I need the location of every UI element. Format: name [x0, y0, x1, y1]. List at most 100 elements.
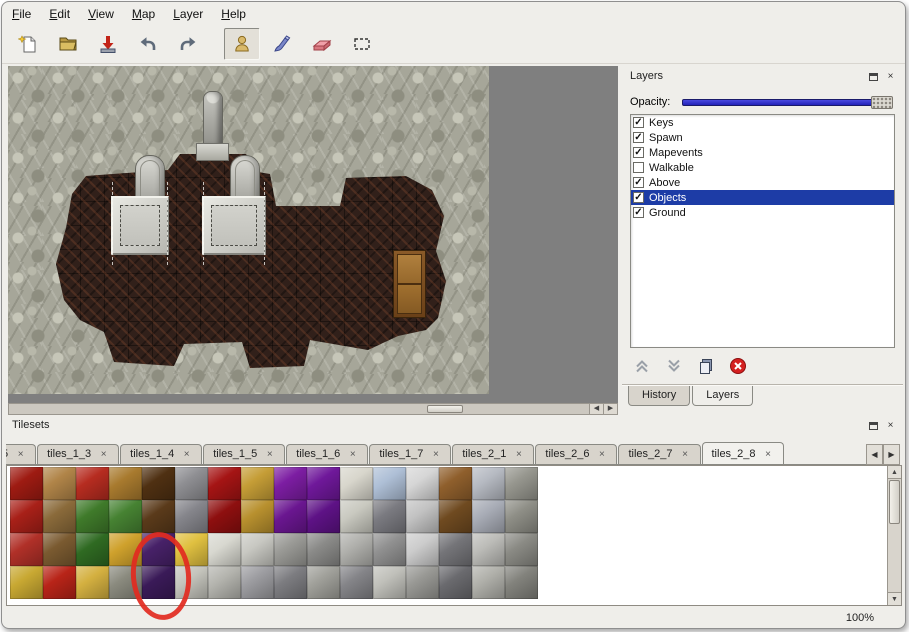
open-folder-button[interactable]	[50, 28, 86, 60]
layer-list[interactable]: ✓ Keys ✓ Spawn ✓ Mapevents Walkable ✓ Ab…	[630, 114, 895, 348]
tileset-tile[interactable]	[340, 500, 373, 533]
close-dock-button[interactable]: ×	[884, 419, 897, 432]
tileset-tile[interactable]	[10, 533, 43, 566]
tileset-tile[interactable]	[43, 533, 76, 566]
new-file-button[interactable]	[10, 28, 46, 60]
menu-file[interactable]: File	[12, 7, 31, 21]
tileset-tile[interactable]	[472, 566, 505, 599]
tileset-tile[interactable]	[208, 566, 241, 599]
tileset-tile[interactable]	[43, 500, 76, 533]
layer-row[interactable]: ✓ Keys	[631, 115, 894, 130]
tileset-tile[interactable]	[43, 566, 76, 599]
tileset-tile[interactable]	[373, 566, 406, 599]
tileset-tile[interactable]	[472, 467, 505, 500]
opacity-slider[interactable]	[682, 96, 893, 109]
close-dock-button[interactable]: ×	[884, 70, 897, 83]
close-tab-icon[interactable]: ×	[15, 449, 26, 460]
tileset-tile[interactable]	[175, 500, 208, 533]
tab-scroll-right-icon[interactable]: ▶	[883, 444, 900, 465]
tileset-tile[interactable]	[340, 566, 373, 599]
float-dock-button[interactable]	[867, 419, 880, 432]
stamp-tool-button[interactable]	[224, 28, 260, 60]
close-tab-icon[interactable]: ×	[763, 449, 774, 460]
tileset-tile[interactable]	[208, 533, 241, 566]
tileset-tile[interactable]	[274, 467, 307, 500]
tileset-tile[interactable]	[208, 467, 241, 500]
brush-tool-button[interactable]	[264, 28, 300, 60]
tileset-tile[interactable]	[307, 533, 340, 566]
tileset-tile[interactable]	[439, 500, 472, 533]
tileset-tile[interactable]	[274, 566, 307, 599]
close-tab-icon[interactable]: ×	[430, 449, 441, 460]
layer-visibility-checkbox[interactable]: ✓	[633, 117, 644, 128]
tileset-tile[interactable]	[307, 500, 340, 533]
close-tab-icon[interactable]: ×	[98, 449, 109, 460]
tileset-tile[interactable]	[10, 467, 43, 500]
tileset-vertical-scrollbar[interactable]: ▲ ▼	[887, 466, 901, 605]
tileset-tile[interactable]	[472, 533, 505, 566]
close-tab-icon[interactable]: ×	[680, 449, 691, 460]
close-tab-icon[interactable]: ×	[347, 449, 358, 460]
redo-button[interactable]	[170, 28, 206, 60]
close-tab-icon[interactable]: ×	[513, 449, 524, 460]
tileset-tab[interactable]: tiles_2_7 ×	[618, 444, 700, 464]
tileset-tile[interactable]	[241, 467, 274, 500]
tileset-tile[interactable]	[373, 533, 406, 566]
tileset-tile[interactable]	[439, 533, 472, 566]
layer-row[interactable]: Walkable	[631, 160, 894, 175]
layer-row[interactable]: ✓ Mapevents	[631, 145, 894, 160]
tileset-tile[interactable]	[43, 467, 76, 500]
duplicate-layer-button[interactable]	[696, 357, 716, 377]
tileset-tab[interactable]: tiles_1_3 ×	[37, 444, 119, 464]
layer-row[interactable]: ✓ Ground	[631, 205, 894, 220]
tileset-tile[interactable]	[208, 500, 241, 533]
scrollbar-thumb[interactable]	[889, 480, 900, 524]
menu-help[interactable]: Help	[221, 7, 246, 21]
scroll-right-icon[interactable]: ▶	[603, 404, 617, 414]
tileset-tile[interactable]	[340, 533, 373, 566]
menu-view[interactable]: View	[88, 7, 114, 21]
tileset-tile[interactable]	[373, 500, 406, 533]
tileset-tile[interactable]	[10, 566, 43, 599]
layer-row-selected[interactable]: ✓ Objects	[631, 190, 894, 205]
map-content[interactable]	[8, 66, 489, 394]
tileset-tile[interactable]	[406, 467, 439, 500]
eraser-tool-button[interactable]	[304, 28, 340, 60]
menu-edit[interactable]: Edit	[49, 7, 70, 21]
tileset-tile[interactable]	[76, 533, 109, 566]
map-canvas[interactable]	[8, 66, 618, 403]
tileset-tile[interactable]	[307, 467, 340, 500]
tileset-tile[interactable]	[307, 566, 340, 599]
layer-visibility-checkbox[interactable]: ✓	[633, 192, 644, 203]
delete-layer-button[interactable]	[728, 357, 748, 377]
tileset-tile[interactable]	[406, 500, 439, 533]
tileset-tile[interactable]	[109, 467, 142, 500]
tileset-tile[interactable]	[505, 467, 538, 500]
tileset-tile[interactable]	[439, 566, 472, 599]
tileset-tile[interactable]	[505, 566, 538, 599]
tileset-tile[interactable]	[406, 566, 439, 599]
tileset-tile[interactable]	[274, 500, 307, 533]
tileset-tile[interactable]	[505, 500, 538, 533]
opacity-slider-handle[interactable]	[871, 96, 893, 109]
tileset-tab[interactable]: tiles_1_4 ×	[120, 444, 202, 464]
tileset-tile[interactable]	[505, 533, 538, 566]
scroll-up-icon[interactable]: ▲	[888, 466, 901, 479]
layer-visibility-checkbox[interactable]: ✓	[633, 177, 644, 188]
tab-scroll-left-icon[interactable]: ◀	[866, 444, 883, 465]
map-horizontal-scrollbar[interactable]: ◀ ▶	[8, 403, 618, 415]
layer-visibility-checkbox[interactable]: ✓	[633, 207, 644, 218]
scroll-down-icon[interactable]: ▼	[888, 592, 901, 605]
tileset-tile[interactable]	[340, 467, 373, 500]
close-tab-icon[interactable]: ×	[596, 449, 607, 460]
tileset-tab[interactable]: tiles_1_6 ×	[286, 444, 368, 464]
layer-visibility-checkbox[interactable]: ✓	[633, 147, 644, 158]
tileset-tile[interactable]	[76, 467, 109, 500]
scroll-left-icon[interactable]: ◀	[589, 404, 603, 414]
tab-layers[interactable]: Layers	[692, 386, 753, 406]
tileset-tile[interactable]	[406, 533, 439, 566]
tileset-tab[interactable]: tiles_1_7 ×	[369, 444, 451, 464]
lower-layer-button[interactable]	[664, 357, 684, 377]
layer-row[interactable]: ✓ Above	[631, 175, 894, 190]
tileset-tile[interactable]	[241, 500, 274, 533]
